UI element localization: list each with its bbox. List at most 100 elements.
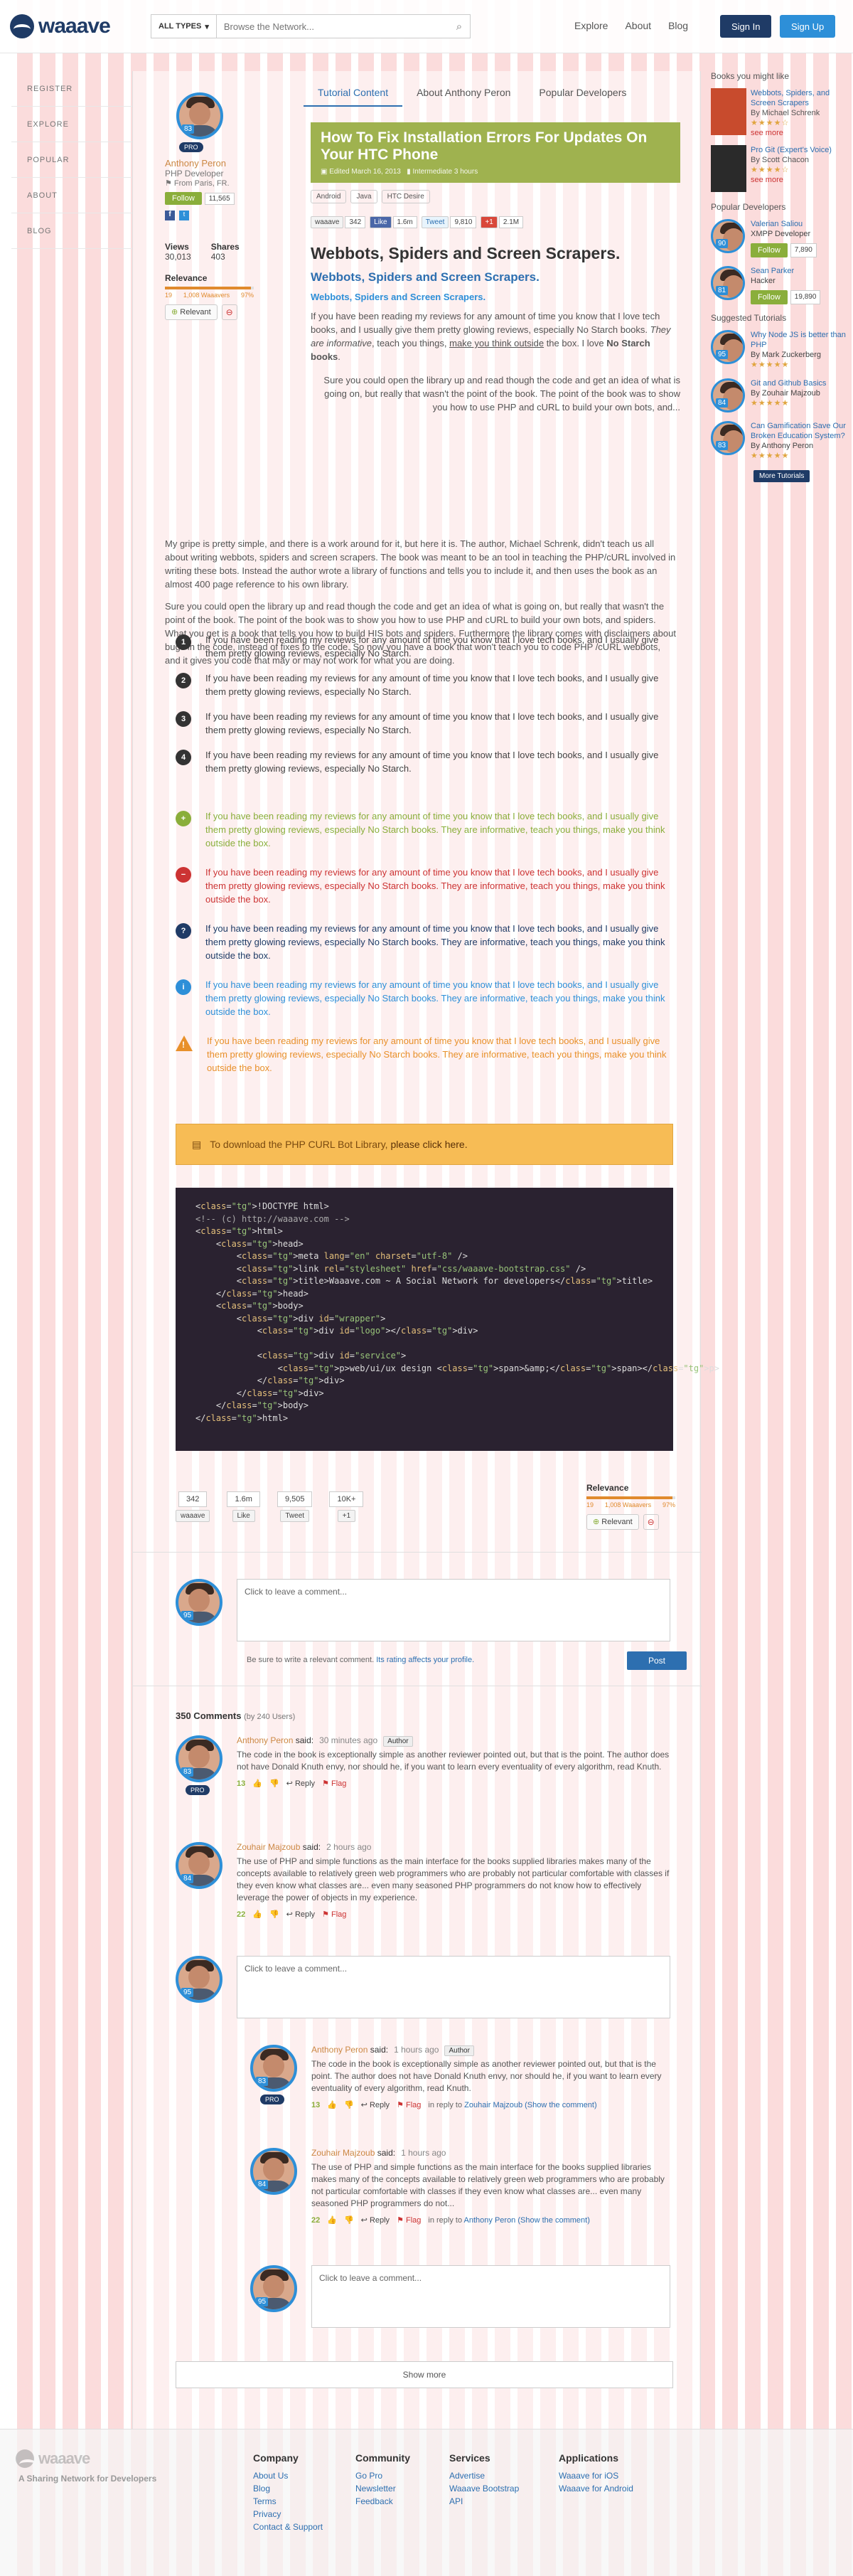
- avatar[interactable]: 83: [176, 1735, 222, 1782]
- number-badge: 1: [176, 634, 191, 650]
- share-counter: 342 waaave: [176, 1491, 210, 1522]
- footer-link[interactable]: Feedback: [355, 2495, 410, 2508]
- not-relevant-button[interactable]: ⊖: [643, 1514, 659, 1530]
- avatar[interactable]: 83: [250, 2045, 297, 2092]
- follow-button[interactable]: Follow: [751, 243, 788, 257]
- flag-button[interactable]: ⚑ Flag: [397, 2215, 421, 2225]
- footer-link[interactable]: Waaave for Android: [559, 2482, 633, 2495]
- footer-link[interactable]: Go Pro: [355, 2469, 410, 2482]
- avatar[interactable]: 90: [711, 219, 745, 253]
- tab-tutorial-content[interactable]: Tutorial Content: [304, 80, 403, 107]
- footer-link[interactable]: Waaave for iOS: [559, 2469, 633, 2482]
- footer-link[interactable]: Waaave Bootstrap: [449, 2482, 519, 2495]
- thumbs-down-icon[interactable]: 👎: [344, 2100, 354, 2109]
- tutorial-item[interactable]: 84 Git and Github Basics By Zouhair Majzou…: [711, 378, 846, 413]
- follow-button[interactable]: Follow: [751, 290, 788, 304]
- footer-link[interactable]: Blog: [253, 2482, 323, 2495]
- sidebar-item-about[interactable]: ABOUT: [11, 178, 132, 213]
- tutorial-item[interactable]: 95 Why Node JS is better than PHP By Mark …: [711, 330, 846, 370]
- question-icon: ?: [176, 923, 191, 939]
- avatar[interactable]: 95: [711, 330, 745, 364]
- comment-input[interactable]: Click to leave a comment...: [237, 1579, 670, 1641]
- share-button[interactable]: Like: [232, 1510, 255, 1522]
- avatar[interactable]: 81: [711, 266, 745, 300]
- nav-blog[interactable]: Blog: [668, 20, 688, 31]
- tag-android[interactable]: Android: [311, 190, 347, 203]
- book-item[interactable]: Pro Git (Expert's Voice) By Scott Chacon ★…: [711, 145, 846, 192]
- facebook-icon[interactable]: f: [165, 211, 175, 220]
- avatar[interactable]: 83: [176, 92, 223, 139]
- twitter-icon[interactable]: t: [179, 211, 189, 220]
- share-button[interactable]: Tweet: [280, 1510, 310, 1522]
- sign-up-button[interactable]: Sign Up: [780, 15, 836, 38]
- developer-item: 81 Sean Parker Hacker Follow 19,890: [711, 266, 846, 304]
- bottom-share-row: 342 waaave 1.6m Like 9,505 Tweet 10K+ +1: [176, 1491, 364, 1522]
- thumbs-up-icon[interactable]: 👍: [327, 2215, 337, 2225]
- thumbs-up-icon[interactable]: 👍: [252, 1779, 262, 1788]
- section-subheading: Webbots, Spiders and Screen Scrapers.: [311, 270, 540, 284]
- comment-author[interactable]: Anthony Peron: [237, 1735, 293, 1745]
- relevant-button[interactable]: ⊕ Relevant: [586, 1514, 639, 1530]
- more-tutorials-button[interactable]: More Tutorials: [753, 470, 810, 482]
- thumbs-down-icon[interactable]: 👎: [344, 2215, 354, 2225]
- search-input[interactable]: [216, 21, 449, 32]
- tab-about-author[interactable]: About Anthony Peron: [402, 80, 525, 107]
- logo[interactable]: waaave: [10, 14, 111, 38]
- comment-author[interactable]: Anthony Peron: [311, 2045, 368, 2055]
- follow-button[interactable]: Follow: [165, 192, 202, 205]
- flag-button[interactable]: ⚑ Flag: [322, 1910, 346, 1919]
- tag-java[interactable]: Java: [350, 190, 377, 203]
- sidebar-item-popular[interactable]: POPULAR: [11, 142, 132, 178]
- search-icon[interactable]: ⌕: [449, 21, 470, 33]
- post-button[interactable]: Post: [627, 1651, 687, 1670]
- sidebar-item-register[interactable]: REGISTER: [11, 71, 132, 107]
- tag-htc-desire[interactable]: HTC Desire: [381, 190, 430, 203]
- comment-author[interactable]: Zouhair Majzoub: [237, 1842, 300, 1852]
- reply-button[interactable]: ↩ Reply: [361, 2215, 390, 2225]
- reply-button[interactable]: ↩ Reply: [286, 1779, 315, 1788]
- footer-column: Services Advertise Waaave Bootstrap API: [449, 2452, 520, 2508]
- show-more-button[interactable]: Show more: [176, 2361, 673, 2388]
- nav-explore[interactable]: Explore: [574, 20, 608, 31]
- search-types-dropdown[interactable]: ALL TYPES ▾: [151, 15, 217, 38]
- thumbs-down-icon[interactable]: 👎: [269, 1779, 279, 1788]
- share-button[interactable]: waaave: [176, 1510, 210, 1522]
- footer-logo[interactable]: waaave: [16, 2449, 90, 2468]
- thumbs-up-icon[interactable]: 👍: [252, 1910, 262, 1919]
- sidebar-item-blog[interactable]: BLOG: [11, 213, 132, 249]
- sidebar-item-explore[interactable]: EXPLORE: [11, 107, 132, 142]
- reply-button[interactable]: ↩ Reply: [361, 2100, 390, 2109]
- share-button[interactable]: +1: [337, 1510, 356, 1522]
- sign-in-button[interactable]: Sign In: [720, 15, 772, 38]
- followers-count: 11,565: [204, 192, 235, 205]
- thumbs-down-icon[interactable]: 👎: [269, 1910, 279, 1919]
- footer-link[interactable]: Advertise: [449, 2469, 519, 2482]
- book-item[interactable]: Webbots, Spiders, and Screen Scrapers By …: [711, 88, 846, 138]
- thumbs-up-icon[interactable]: 👍: [327, 2100, 337, 2109]
- not-relevant-button[interactable]: ⊖: [221, 304, 237, 320]
- comment-author[interactable]: Zouhair Majzoub: [311, 2148, 375, 2158]
- footer-link[interactable]: Contact & Support: [253, 2521, 323, 2533]
- tab-popular-developers[interactable]: Popular Developers: [525, 80, 640, 107]
- tutorial-item[interactable]: 83 Can Gamification Save Our Broken Educa…: [711, 421, 846, 461]
- author-name[interactable]: Anthony Peron: [165, 158, 254, 169]
- footer-link[interactable]: Privacy: [253, 2508, 323, 2521]
- code-line: <class="tg">head>: [195, 1238, 304, 1249]
- download-link[interactable]: please click here.: [390, 1139, 467, 1150]
- footer-link[interactable]: API: [449, 2495, 519, 2508]
- flag-button[interactable]: ⚑ Flag: [322, 1779, 346, 1788]
- flag-button[interactable]: ⚑ Flag: [397, 2100, 421, 2109]
- nav-about[interactable]: About: [625, 20, 651, 31]
- avatar[interactable]: 84: [176, 1842, 222, 1889]
- reply-input[interactable]: Click to leave a comment...: [311, 2265, 670, 2328]
- footer-link[interactable]: Newsletter: [355, 2482, 410, 2495]
- footer-link[interactable]: Terms: [253, 2495, 323, 2508]
- reply-input[interactable]: Click to leave a comment...: [237, 1956, 670, 2018]
- avatar[interactable]: 84: [250, 2148, 297, 2195]
- avatar[interactable]: 84: [711, 378, 745, 413]
- code-line: </class="tg">div>: [195, 1375, 345, 1385]
- relevant-button[interactable]: ⊕ Relevant: [165, 304, 218, 320]
- footer-link[interactable]: About Us: [253, 2469, 323, 2482]
- avatar[interactable]: 83: [711, 421, 745, 455]
- reply-button[interactable]: ↩ Reply: [286, 1910, 315, 1919]
